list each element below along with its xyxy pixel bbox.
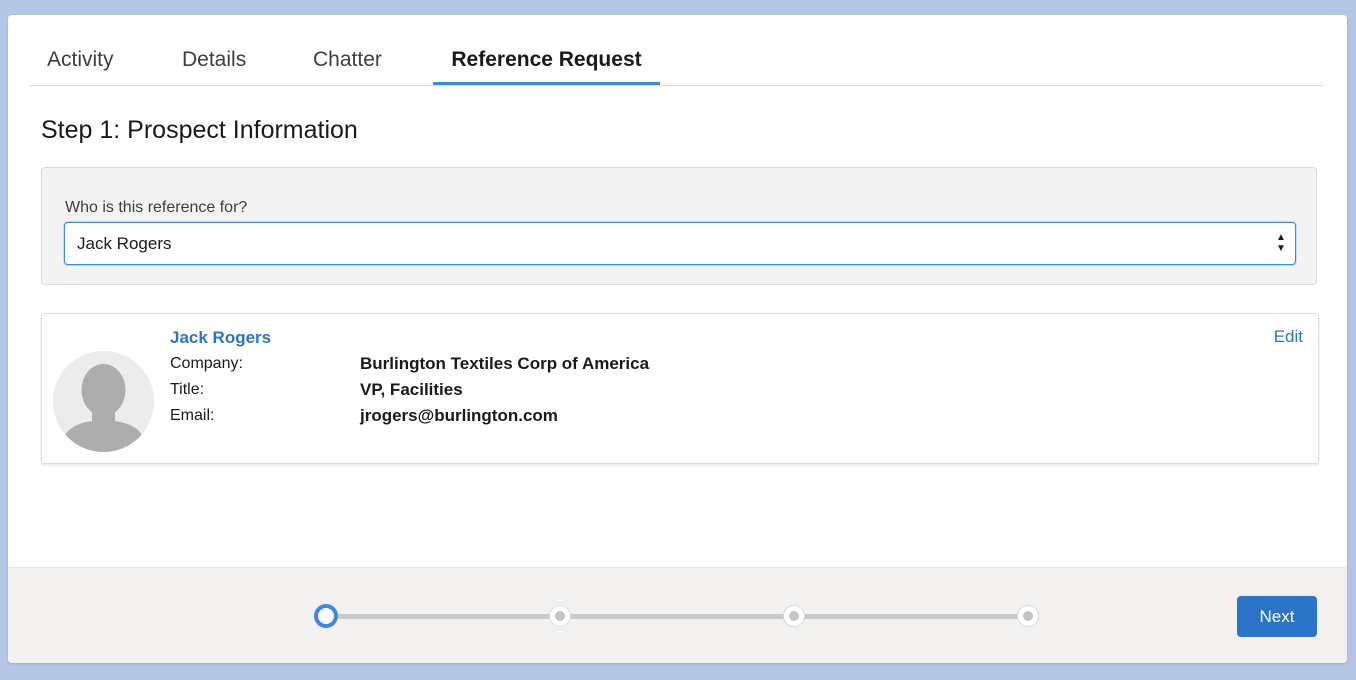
progress-step-3[interactable] bbox=[784, 606, 804, 626]
email-value: jrogers@burlington.com bbox=[360, 406, 558, 425]
reference-for-selected-value: Jack Rogers bbox=[77, 234, 172, 253]
reference-for-select[interactable]: Jack Rogers ▲ ▼ bbox=[64, 222, 1296, 265]
select-stepper-icon: ▲ ▼ bbox=[1276, 232, 1286, 254]
tab-activity[interactable]: Activity bbox=[47, 15, 114, 85]
wizard-footer: Next bbox=[8, 567, 1347, 663]
person-placeholder-icon bbox=[53, 351, 154, 452]
email-label: Email: bbox=[170, 407, 215, 424]
reference-request-panel: Activity Details Chatter Reference Reque… bbox=[8, 15, 1347, 663]
contact-card: Jack Rogers Edit Company: Burlington Tex… bbox=[41, 313, 1319, 464]
progress-step-4[interactable] bbox=[1018, 606, 1038, 626]
progress-step-1[interactable] bbox=[314, 604, 338, 628]
company-value: Burlington Textiles Corp of America bbox=[360, 354, 650, 373]
contact-name-link[interactable]: Jack Rogers bbox=[170, 328, 271, 348]
page-title: Step 1: Prospect Information bbox=[41, 116, 358, 144]
reference-for-label: Who is this reference for? bbox=[65, 199, 248, 216]
tab-details[interactable]: Details bbox=[182, 15, 246, 85]
title-label: Title: bbox=[170, 381, 205, 398]
edit-link[interactable]: Edit bbox=[1274, 327, 1303, 347]
progress-step-2[interactable] bbox=[550, 606, 570, 626]
progress-track bbox=[326, 614, 1028, 619]
next-button[interactable]: Next bbox=[1237, 596, 1317, 637]
company-label: Company: bbox=[170, 355, 243, 372]
title-value: VP, Facilities bbox=[360, 380, 463, 399]
reference-for-section: Who is this reference for? Jack Rogers ▲… bbox=[41, 167, 1317, 285]
tab-bar: Activity Details Chatter Reference Reque… bbox=[30, 15, 1324, 86]
tab-chatter[interactable]: Chatter bbox=[313, 15, 382, 85]
avatar bbox=[53, 351, 154, 452]
tab-reference-request[interactable]: Reference Request bbox=[433, 15, 660, 85]
